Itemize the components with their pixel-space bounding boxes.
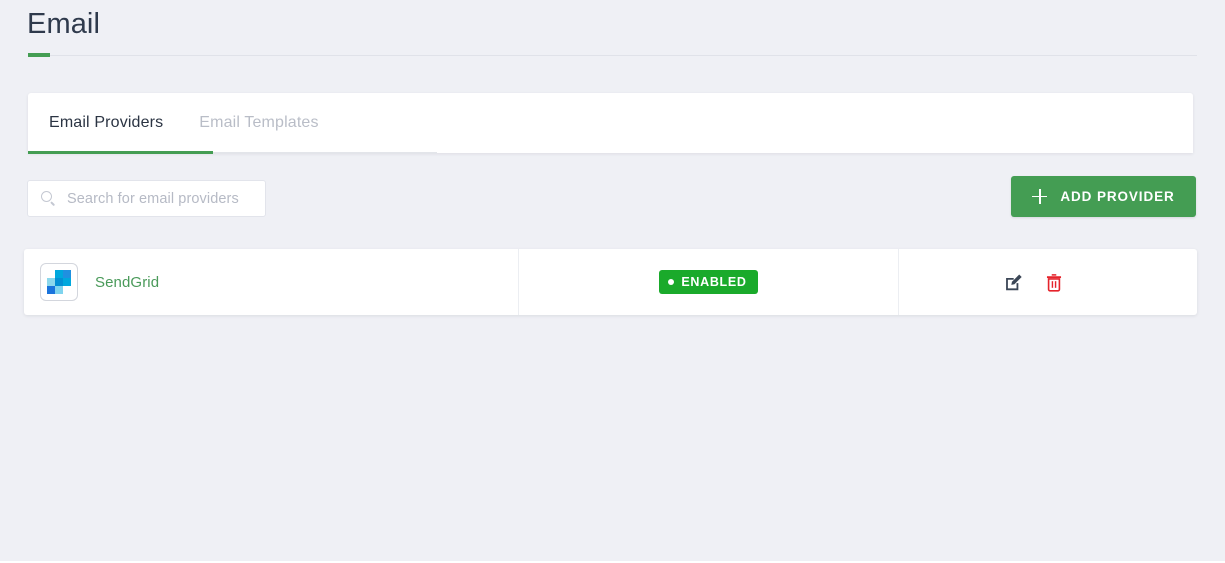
plus-icon (1032, 189, 1048, 204)
tab-strip: Email Providers Email Templates (28, 93, 355, 153)
status-badge-label: ENABLED (681, 275, 747, 289)
edit-icon (1006, 274, 1022, 290)
tab-active-indicator (28, 151, 213, 154)
provider-name-cell: SendGrid (24, 249, 518, 315)
header-accent-bar (28, 53, 50, 57)
delete-provider-button[interactable] (1045, 273, 1063, 292)
toolbar: ADD PROVIDER (0, 176, 1225, 222)
table-row: SendGrid ENABLED (24, 249, 1197, 315)
search-icon (41, 190, 57, 207)
add-provider-label: ADD PROVIDER (1060, 189, 1175, 204)
tab-bar-card: Email Providers Email Templates (28, 93, 1193, 153)
search-input[interactable] (67, 190, 263, 207)
tab-email-templates[interactable]: Email Templates (199, 93, 318, 153)
edit-provider-button[interactable] (1004, 273, 1023, 292)
delete-icon (1046, 273, 1062, 292)
provider-table: SendGrid ENABLED (24, 249, 1197, 315)
search-box[interactable] (27, 180, 266, 217)
provider-actions-cell (899, 249, 1197, 315)
provider-name-link[interactable]: SendGrid (95, 274, 159, 291)
add-provider-button[interactable]: ADD PROVIDER (1011, 176, 1196, 217)
page-title: Email (27, 8, 101, 40)
tab-email-providers[interactable]: Email Providers (49, 93, 163, 153)
sendgrid-logo (40, 263, 78, 301)
header-divider (28, 55, 1197, 56)
page-header: Email (0, 0, 1225, 58)
provider-status-cell: ENABLED (518, 249, 899, 315)
sendgrid-logo-mark (47, 270, 71, 294)
status-badge: ENABLED (659, 270, 758, 294)
status-dot-icon (668, 279, 675, 285)
